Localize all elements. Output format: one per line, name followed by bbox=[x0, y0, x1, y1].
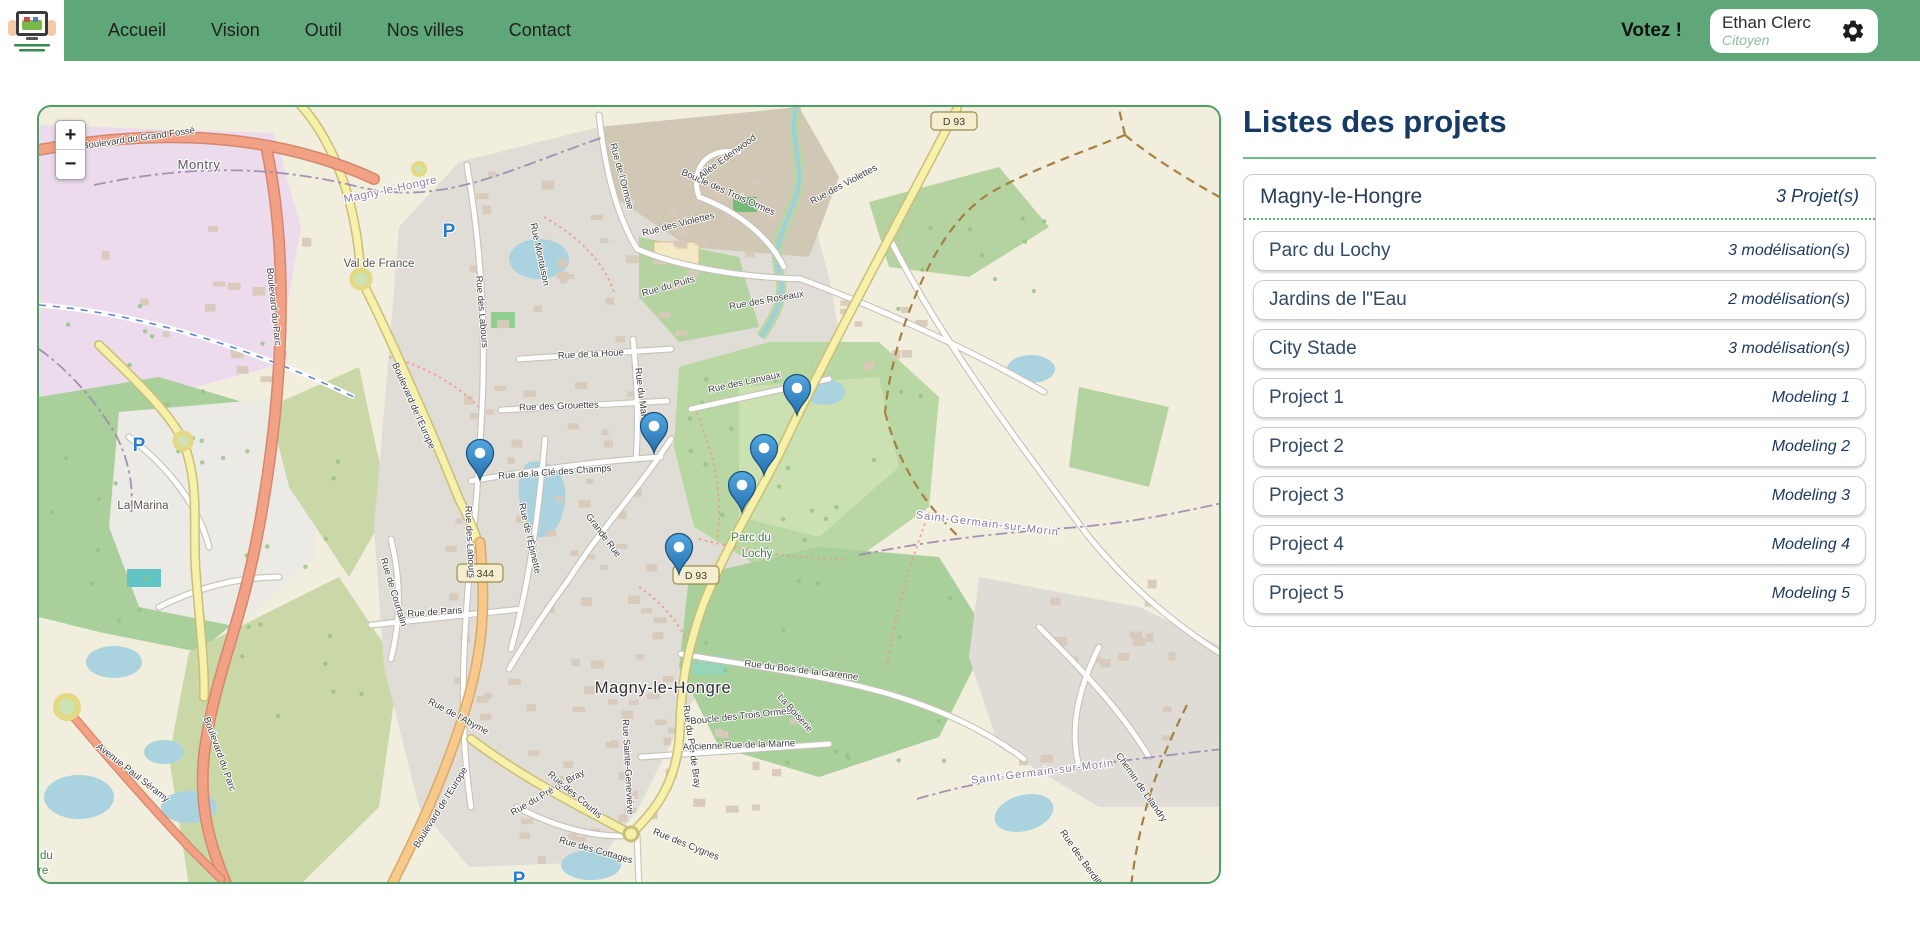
vote-button[interactable]: Votez ! bbox=[1621, 20, 1682, 42]
nav-link-accueil[interactable]: Accueil bbox=[108, 20, 166, 41]
project-row[interactable]: Project 3 Modeling 3 bbox=[1253, 476, 1866, 516]
nav-links: Accueil Vision Outil Nos villes Contact bbox=[108, 20, 571, 41]
map-canvas: D 93D 344D 93 PPP Boulevard du Grand Fos… bbox=[39, 107, 1221, 884]
zoom-in-button[interactable]: + bbox=[56, 121, 85, 150]
project-row[interactable]: Project 4 Modeling 4 bbox=[1253, 525, 1866, 565]
map-label: Centre bbox=[39, 865, 48, 877]
project-row[interactable]: Project 5 Modeling 5 bbox=[1253, 574, 1866, 614]
road-ref-badge: D 344 bbox=[457, 564, 503, 582]
map-label: Lochy bbox=[742, 548, 773, 560]
svg-text:D 93: D 93 bbox=[943, 116, 965, 128]
project-group-header[interactable]: Magny-le-Hongre 3 Projet(s) bbox=[1244, 175, 1875, 220]
app-logo-icon bbox=[7, 6, 57, 56]
nav-link-outil[interactable]: Outil bbox=[305, 20, 342, 41]
zoom-out-button[interactable]: − bbox=[56, 150, 85, 179]
user-meta: Ethan Clerc Citoyen bbox=[1722, 13, 1840, 49]
panel-divider bbox=[1243, 157, 1876, 159]
map-label: La Marina bbox=[117, 500, 169, 512]
project-count: Modeling 2 bbox=[1772, 438, 1850, 456]
road-ref-badge: D 93 bbox=[931, 112, 977, 130]
project-row[interactable]: Jardins de l"Eau 2 modélisation(s) bbox=[1253, 280, 1866, 320]
project-count: Modeling 4 bbox=[1772, 536, 1850, 554]
map-label: Magny-le-Hongre bbox=[595, 679, 731, 697]
project-count: Modeling 1 bbox=[1772, 389, 1850, 407]
project-count: 3 modélisation(s) bbox=[1728, 340, 1850, 358]
project-name: Project 5 bbox=[1269, 583, 1344, 605]
project-count: Modeling 3 bbox=[1772, 487, 1850, 505]
svg-text:D 93: D 93 bbox=[685, 570, 707, 582]
project-count: 3 modélisation(s) bbox=[1728, 242, 1850, 260]
project-group-card: Magny-le-Hongre 3 Projet(s) Parc du Loch… bbox=[1243, 174, 1876, 627]
group-count: 3 Projet(s) bbox=[1776, 186, 1859, 207]
project-row[interactable]: City Stade 3 modélisation(s) bbox=[1253, 329, 1866, 369]
parking-icon: P bbox=[443, 221, 456, 242]
user-name: Ethan Clerc bbox=[1722, 13, 1840, 33]
project-name: City Stade bbox=[1269, 338, 1357, 360]
map-label: Montry bbox=[178, 157, 221, 172]
map-zoom-control: + − bbox=[55, 120, 86, 180]
project-row[interactable]: Project 1 Modeling 1 bbox=[1253, 378, 1866, 418]
page: Accueil Vision Outil Nos villes Contact Vote… bbox=[0, 0, 1920, 926]
project-name: Project 4 bbox=[1269, 534, 1344, 556]
navbar: Accueil Vision Outil Nos villes Contact Vote… bbox=[0, 0, 1920, 61]
parking-icon: P bbox=[513, 869, 526, 884]
app-logo[interactable] bbox=[0, 0, 64, 61]
project-name: Project 1 bbox=[1269, 387, 1344, 409]
projects-panel: Listes des projets Magny-le-Hongre 3 Pro… bbox=[1243, 104, 1876, 627]
nav-link-nos-villes[interactable]: Nos villes bbox=[387, 20, 464, 41]
map-label: Parc du bbox=[39, 850, 53, 862]
gear-icon[interactable] bbox=[1840, 18, 1866, 44]
project-row[interactable]: Project 2 Modeling 2 bbox=[1253, 427, 1866, 467]
map[interactable]: D 93D 344D 93 PPP Boulevard du Grand Fos… bbox=[37, 105, 1221, 884]
project-name: Project 2 bbox=[1269, 436, 1344, 458]
nav-right: Votez ! Ethan Clerc Citoyen bbox=[1621, 9, 1878, 53]
project-count: Modeling 5 bbox=[1772, 585, 1850, 603]
user-pill[interactable]: Ethan Clerc Citoyen bbox=[1710, 9, 1878, 53]
project-name: Jardins de l"Eau bbox=[1269, 289, 1407, 311]
nav-link-contact[interactable]: Contact bbox=[509, 20, 571, 41]
project-name: Parc du Lochy bbox=[1269, 240, 1390, 262]
nav-link-vision[interactable]: Vision bbox=[211, 20, 260, 41]
project-rows: Parc du Lochy 3 modélisation(s) Jardins de… bbox=[1244, 220, 1875, 626]
parking-icon: P bbox=[133, 435, 146, 456]
map-label: Parc du bbox=[731, 532, 771, 544]
project-name: Project 3 bbox=[1269, 485, 1344, 507]
project-row[interactable]: Parc du Lochy 3 modélisation(s) bbox=[1253, 231, 1866, 271]
panel-title: Listes des projets bbox=[1243, 104, 1876, 140]
group-name: Magny-le-Hongre bbox=[1260, 185, 1422, 209]
project-count: 2 modélisation(s) bbox=[1728, 291, 1850, 309]
map-label: Val de France bbox=[344, 258, 415, 270]
user-role: Citoyen bbox=[1722, 32, 1840, 48]
